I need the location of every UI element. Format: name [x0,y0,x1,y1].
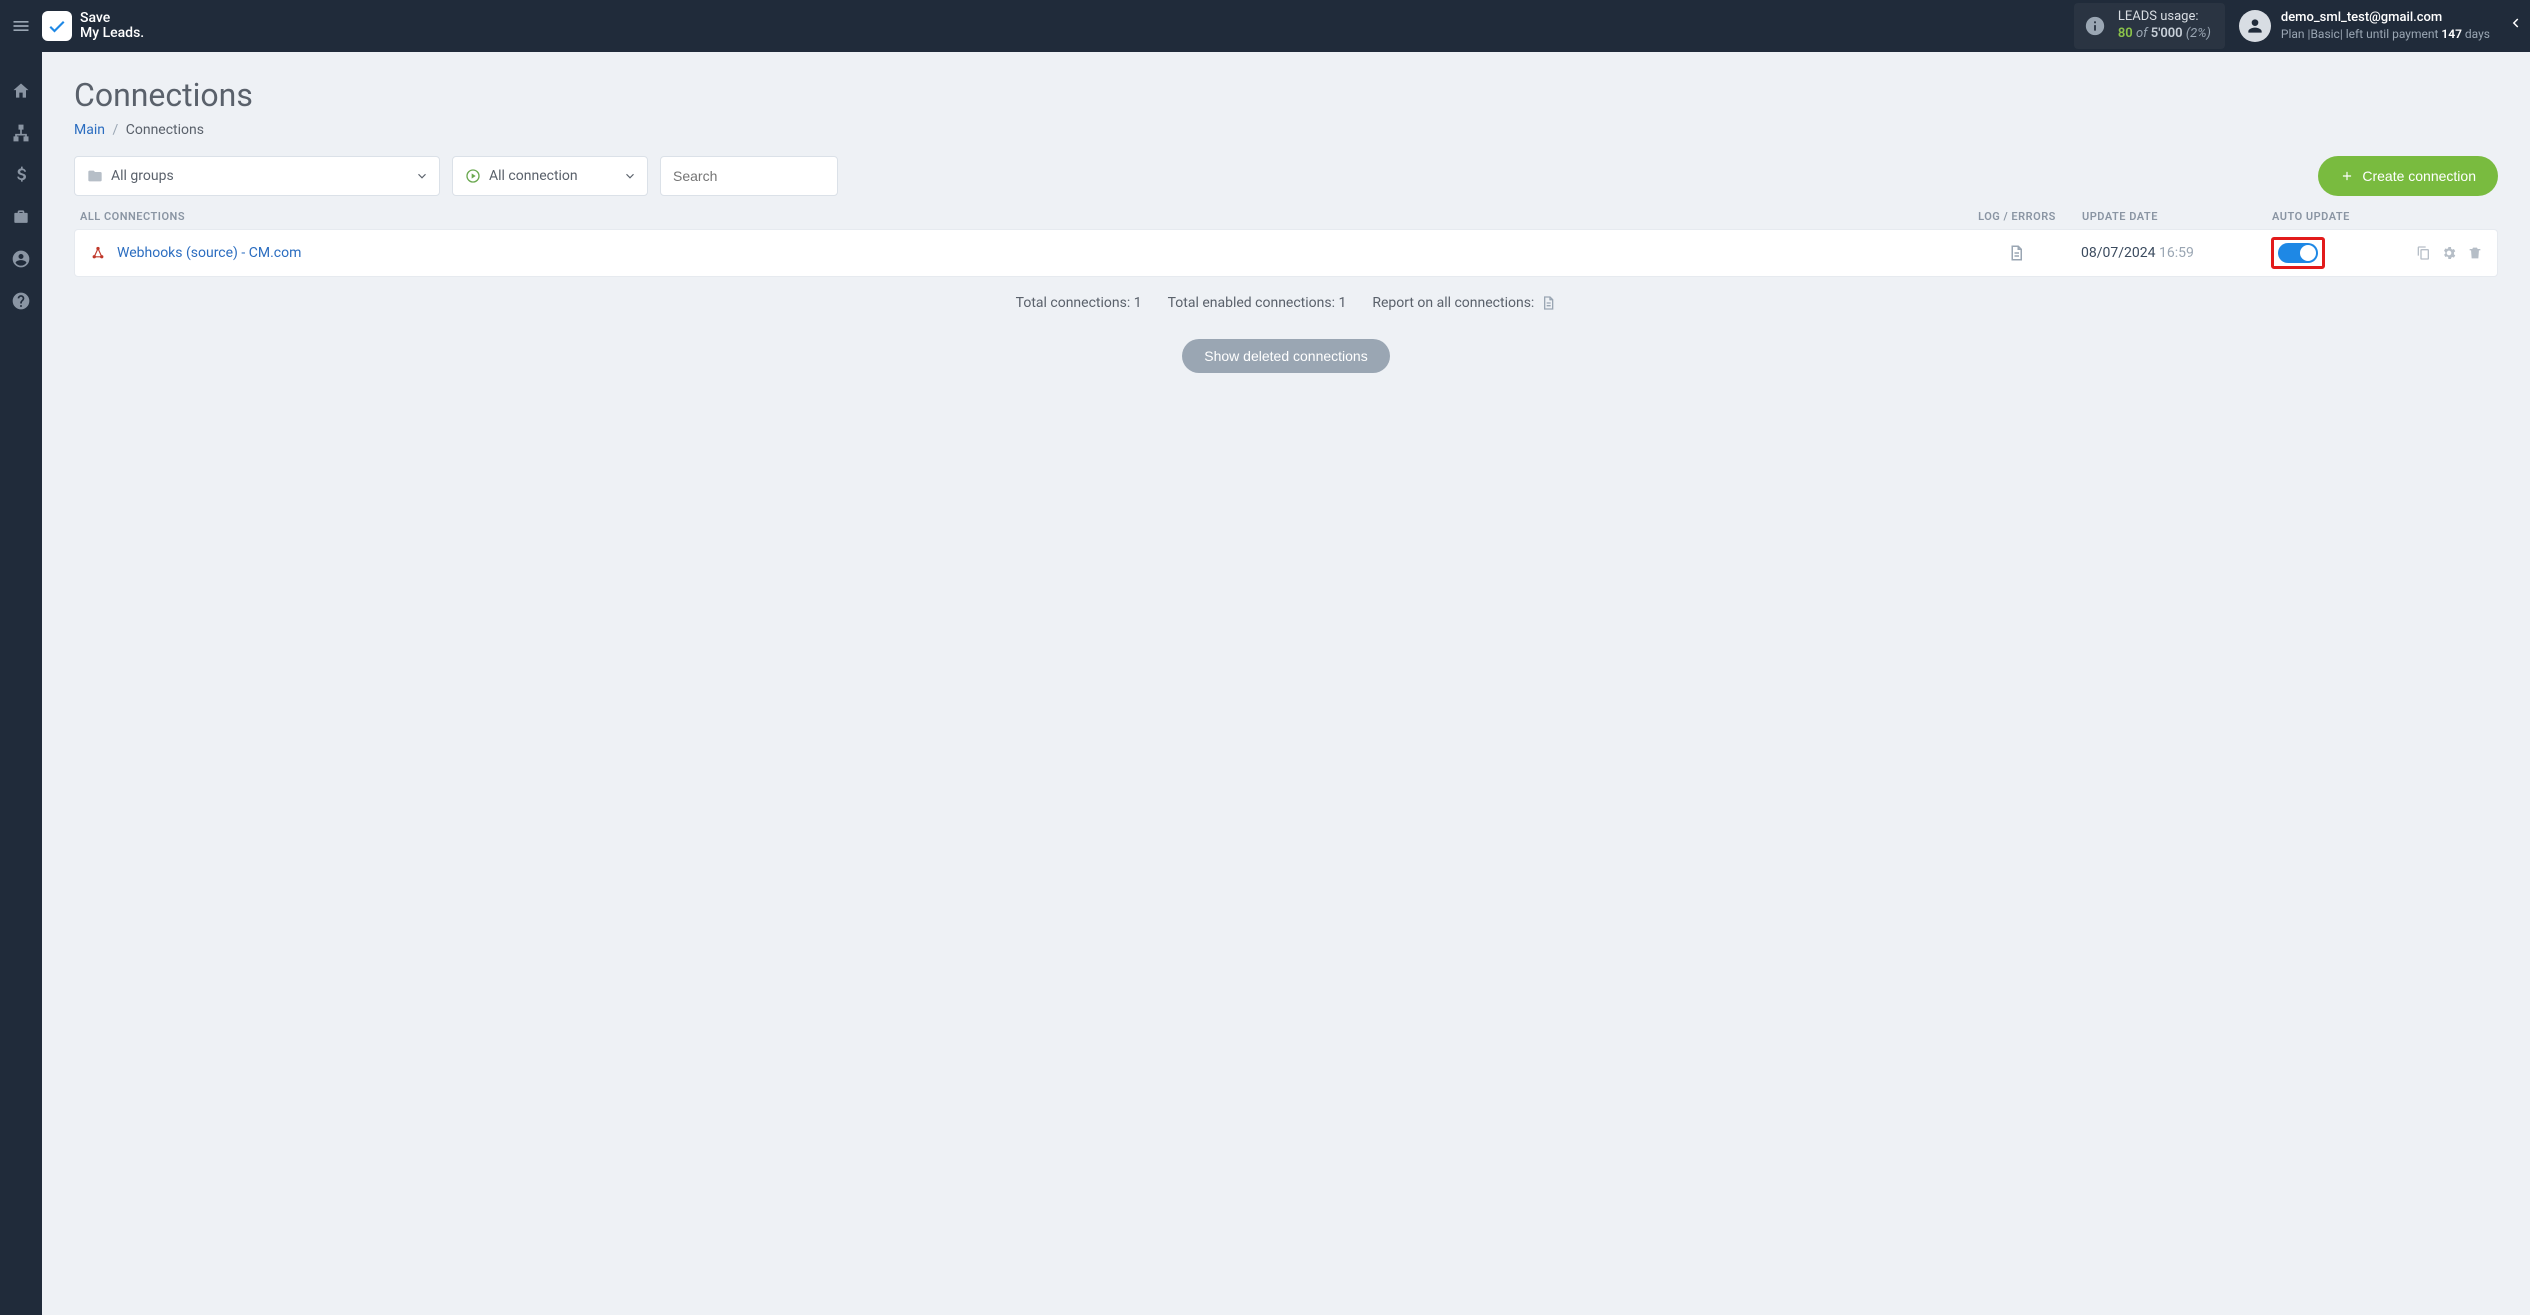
sidebar-item-account[interactable] [10,248,32,270]
gear-icon [2441,245,2457,261]
chevron-left-icon [2506,14,2524,32]
create-connection-label: Create connection [2362,168,2476,184]
column-header-date: UPDATE DATE [2072,210,2272,223]
main-content: Connections Main / Connections All group… [42,52,2530,1315]
copy-icon [2415,245,2431,261]
play-circle-icon [465,168,481,184]
dollar-icon [11,165,31,185]
brand-line2: My Leads. [80,26,144,41]
summary-row: Total connections: 1 Total enabled conne… [74,295,2498,311]
hamburger-icon [11,16,31,36]
account-email: demo_sml_test@gmail.com [2281,10,2490,27]
chevron-down-icon [623,169,637,183]
menu-toggle-button[interactable] [0,16,42,36]
logo-icon [42,11,72,41]
briefcase-icon [11,207,31,227]
connection-auto-cell [2271,237,2391,269]
connection-status-label: All connection [489,168,578,184]
column-header-auto: AUTO UPDATE [2272,210,2392,223]
auto-update-highlight [2271,237,2325,269]
breadcrumb: Main / Connections [74,122,2498,138]
trash-icon [2467,245,2483,261]
summary-total: Total connections: 1 [1016,295,1142,311]
sidebar-item-home[interactable] [10,80,32,102]
delete-button[interactable] [2467,245,2483,261]
usage-label: LEADS usage: [2118,9,2211,26]
folder-icon [87,168,103,184]
usage-values: 80 of 5'000 (2%) [2118,26,2211,43]
home-icon [11,81,31,101]
usage-widget[interactable]: LEADS usage: 80 of 5'000 (2%) [2074,3,2225,49]
breadcrumb-current: Connections [126,122,204,138]
groups-select[interactable]: All groups [74,156,440,196]
document-icon [2007,244,2025,262]
settings-button[interactable] [2441,245,2457,261]
connection-actions-cell [2391,245,2491,261]
plus-icon [2340,169,2354,183]
sidebar-item-briefcase[interactable] [10,206,32,228]
create-connection-button[interactable]: Create connection [2318,156,2498,196]
page-title: Connections [74,76,2498,114]
connection-status-select[interactable]: All connection [452,156,648,196]
summary-enabled: Total enabled connections: 1 [1168,295,1347,311]
webhook-icon [89,244,107,262]
sidebar-item-billing[interactable] [10,164,32,186]
column-header-log: LOG / ERRORS [1962,210,2072,223]
breadcrumb-main-link[interactable]: Main [74,122,105,138]
account-plan: Plan |Basic| left until payment 147 days [2281,27,2490,43]
copy-button[interactable] [2415,245,2431,261]
panel-collapse-button[interactable] [2506,14,2524,32]
user-circle-icon [11,249,31,269]
connection-log-cell[interactable] [1961,244,2071,262]
search-box[interactable] [660,156,838,196]
avatar-icon [2239,10,2271,42]
brand-logo[interactable]: Save My Leads. [42,11,144,41]
account-menu[interactable]: demo_sml_test@gmail.com Plan |Basic| lef… [2239,10,2530,42]
sitemap-icon [11,123,31,143]
connection-name-link[interactable]: Webhooks (source) - CM.com [117,245,301,261]
info-icon [2084,15,2106,37]
connection-name-cell: Webhooks (source) - CM.com [81,244,1961,262]
search-input[interactable] [673,168,825,184]
groups-select-label: All groups [111,168,174,184]
chevron-down-icon [415,169,429,183]
column-header-name: ALL CONNECTIONS [80,210,1962,223]
auto-update-toggle[interactable] [2278,243,2318,263]
sidebar-item-connections[interactable] [10,122,32,144]
report-download-button[interactable] [1540,295,1556,311]
sidebar-item-help[interactable] [10,290,32,312]
connection-date-cell: 08/07/2024 16:59 [2071,245,2271,261]
table-header: ALL CONNECTIONS LOG / ERRORS UPDATE DATE… [74,210,2498,229]
show-deleted-button[interactable]: Show deleted connections [1182,339,1389,373]
document-icon [1540,295,1556,311]
summary-report: Report on all connections: [1372,295,1556,311]
table-row: Webhooks (source) - CM.com 08/07/2024 16… [74,229,2498,277]
help-icon [11,291,31,311]
topbar: Save My Leads. LEADS usage: 80 of 5'000 … [0,0,2530,52]
sidebar [0,52,42,1315]
filter-row: All groups All connection [74,156,2498,196]
brand-text: Save My Leads. [80,11,144,40]
brand-line1: Save [80,11,144,26]
